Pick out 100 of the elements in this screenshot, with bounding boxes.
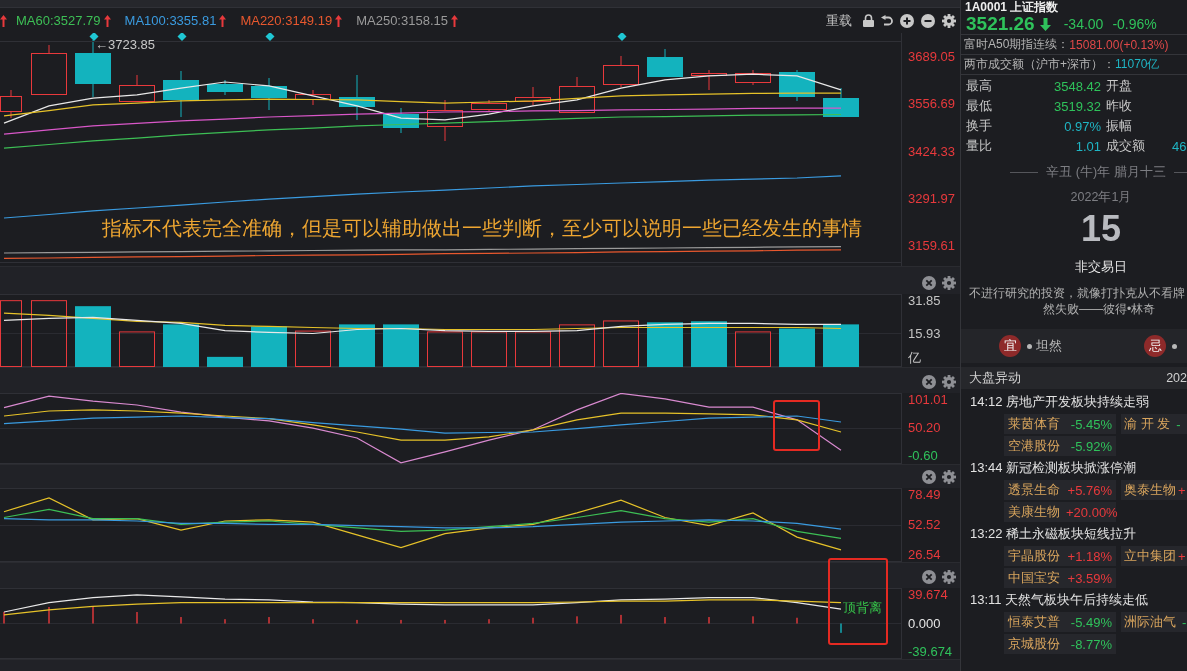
close-icon[interactable] (922, 570, 936, 584)
axis-label: 3291.97 (908, 191, 955, 206)
stock-chip[interactable]: 恒泰艾普 -5.49% (1004, 612, 1116, 632)
volume-bar (647, 322, 683, 367)
news-date: 202 (1166, 371, 1187, 385)
close-icon[interactable] (922, 276, 936, 290)
stock-chip[interactable]: 奥泰生物+ (1121, 480, 1187, 500)
close-icon[interactable] (922, 375, 936, 389)
stat-label: 最高 (966, 77, 993, 95)
stat-label: 最低 (966, 97, 993, 115)
diamond-icon (265, 33, 275, 41)
candlestick (427, 99, 463, 142)
stat-value: 3519.32 (1053, 98, 1101, 114)
axis-label: 52.52 (908, 518, 941, 532)
axis-label: 78.49 (908, 488, 941, 502)
axis-label: -39.674 (908, 645, 953, 659)
candlestick (163, 70, 199, 118)
trading-status: 非交易日 (1075, 259, 1127, 275)
close-icon[interactable] (922, 470, 936, 484)
zoom-in-icon[interactable] (900, 13, 914, 28)
diamond-icon (177, 33, 187, 41)
axis-label: 50.20 (908, 421, 941, 435)
settings-icon[interactable] (942, 470, 956, 484)
stat-value: 46 (1171, 138, 1187, 154)
stat-value: 1.01 (1074, 138, 1101, 154)
lunar-date: 辛丑 (牛)年 腊月十三 (1046, 163, 1166, 181)
axis-label: 101.01 (908, 393, 948, 407)
settings-icon[interactable] (942, 570, 956, 584)
advice-badge: 宜 (999, 335, 1021, 357)
volume-bar (779, 328, 815, 367)
undo-icon[interactable] (881, 14, 893, 27)
stat-label: 开盘 (1105, 77, 1133, 95)
percent-change: -0.96% (1112, 16, 1157, 32)
candlestick (603, 55, 639, 88)
calendar-month: 2022年1月 (1070, 189, 1132, 205)
volume-bar (427, 331, 463, 367)
advice-badge: 忌 (1144, 335, 1166, 357)
stat-label: 成交额 (1105, 137, 1146, 155)
stock-title: 1A0001 上证指数 (964, 0, 1060, 14)
daily-quote: 不进行研究的投资，就像打扑克从不看牌 然失败——彼得•林奇 (968, 285, 1186, 317)
settings-icon[interactable] (942, 276, 956, 290)
stock-chip[interactable]: 洲际油气 - (1121, 612, 1187, 632)
stat-label: 振幅 (1105, 117, 1133, 135)
axis-label: -0.60 (908, 449, 938, 463)
stat-value: 3548.42 (1053, 78, 1101, 94)
candlestick (339, 74, 375, 121)
news-headline[interactable]: 14:12 房地产开发板块持续走弱 (961, 391, 1187, 413)
stock-chip[interactable]: 美康生物 +20.00% (1004, 502, 1116, 522)
zoom-out-icon[interactable] (921, 13, 935, 28)
news-headline[interactable]: 13:22 稀土永磁板块短线拉升 (961, 523, 1187, 545)
axis-unit-label: 亿 (908, 351, 921, 365)
lock-icon[interactable] (863, 14, 874, 27)
info-value: 11070亿 (1115, 56, 1160, 73)
volume-bar (31, 300, 67, 367)
info-label: 富时A50期指连续： (964, 36, 1070, 53)
volume-bar (383, 324, 419, 367)
axis-label: 3424.33 (908, 144, 955, 159)
stock-chip[interactable]: 中国宝安 +3.59% (1004, 568, 1116, 588)
stat-label: 昨收 (1105, 97, 1133, 115)
axis-label: 15.93 (908, 327, 941, 342)
candlestick (31, 44, 67, 95)
stock-chip[interactable]: 宇晶股份 +1.18% (1004, 546, 1116, 566)
volume-bar (251, 326, 287, 367)
candlestick (0, 89, 22, 119)
stock-chip[interactable]: 京城股份 -8.77% (1004, 634, 1116, 654)
stock-chip[interactable]: 渝 开 发 - (1121, 414, 1187, 434)
reload-button[interactable]: 重载 (826, 11, 852, 30)
stock-chip[interactable]: 立中集团+ (1121, 546, 1187, 566)
peak-price-label: ←3723.85 (95, 38, 155, 52)
news-headline[interactable]: 13:11 天然气板块午后持续走低 (961, 589, 1187, 611)
bullet-icon (1027, 343, 1032, 349)
diamond-icon (617, 33, 627, 41)
index-price: 3521.26 (966, 13, 1035, 35)
axis-label: 0.000 (908, 616, 941, 631)
volume-bar (515, 331, 551, 367)
stock-chip[interactable]: 透景生命 +5.76% (1004, 480, 1116, 500)
volume-bar (75, 306, 111, 367)
volume-bar (691, 321, 727, 367)
candlestick (735, 69, 771, 86)
axis-label: 3159.61 (908, 239, 955, 253)
divergence-label: 顶背离 (843, 600, 882, 615)
bullet-icon (1172, 343, 1177, 349)
moving-average-legend: MA60:3527.79 (16, 13, 101, 28)
advice-text: 坦然 (1036, 337, 1062, 355)
stock-chip[interactable]: 空港股份 -5.92% (1004, 436, 1116, 456)
moving-average-legend: MA250:3158.15 (356, 13, 448, 28)
candlestick (559, 76, 595, 113)
moving-average-legend: MA220:3149.19 (240, 13, 333, 28)
volume-bar (823, 324, 859, 367)
info-value: 15081.00(+0.13%) (1069, 37, 1169, 52)
volume-bar (735, 331, 771, 367)
chart-note: 指标不代表完全准确，但是可以辅助做出一些判断，至少可以说明一些已经发生的事情 (102, 216, 862, 240)
news-headline[interactable]: 13:44 新冠检测板块掀涨停潮 (961, 457, 1187, 479)
axis-label: 26.54 (908, 548, 941, 562)
settings-icon[interactable] (942, 13, 956, 28)
stat-label: 换手 (966, 117, 993, 135)
volume-bar (0, 300, 22, 367)
axis-label: 39.674 (908, 588, 948, 602)
settings-icon[interactable] (942, 375, 956, 389)
stock-chip[interactable]: 莱茵体育 -5.45% (1004, 414, 1116, 434)
